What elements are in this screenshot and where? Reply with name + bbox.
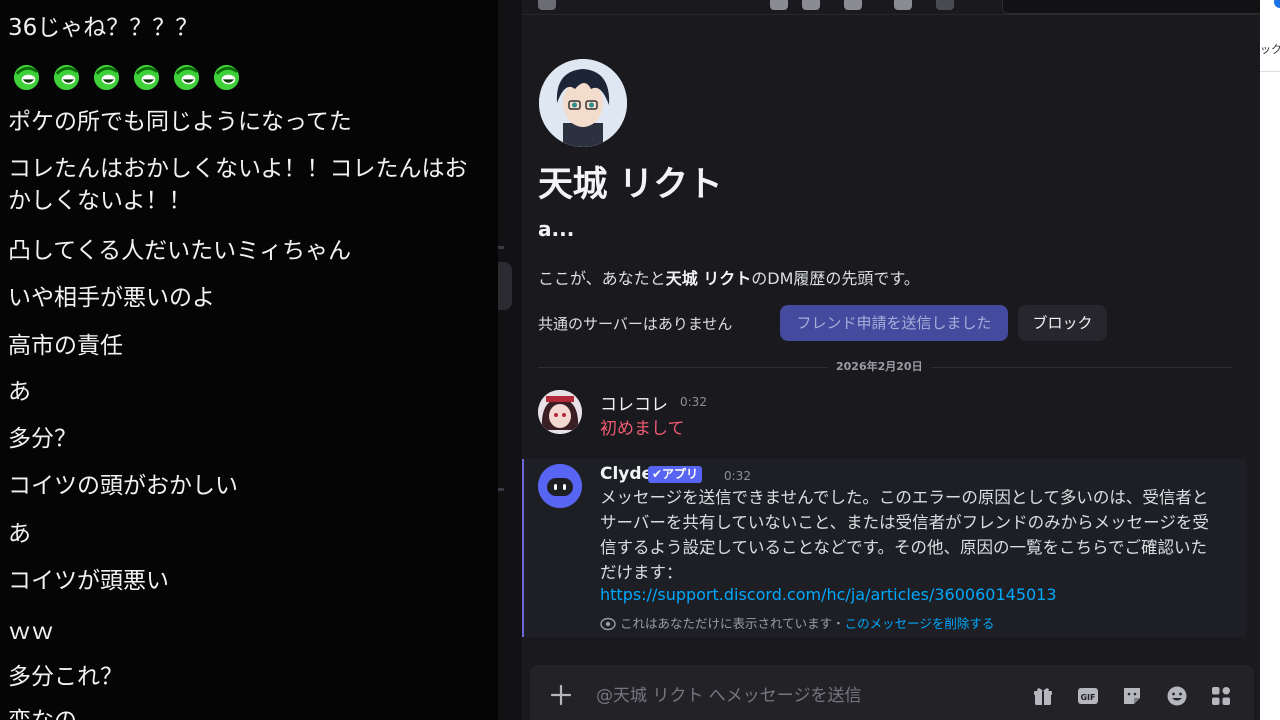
chat-message: いや相手が悪いのよ	[8, 285, 215, 311]
chat-message: ポケの所でも同じようになってた	[8, 109, 352, 135]
svg-text:GIF: GIF	[1080, 693, 1095, 702]
scroll-marker	[498, 246, 504, 249]
clyde-avatar[interactable]	[538, 464, 582, 508]
discord-window: 天城 リクト a... ここが、あなたと天城 リクトのDM履歴の先頭です。 共通…	[498, 0, 1260, 720]
author-avatar[interactable]	[538, 390, 582, 434]
live-chat-overlay: 36じゃね？？？？ ポケの所でも同じようになってた コレたんはおかしくないよ！！…	[0, 0, 498, 720]
side-panel-text: ックマ	[1260, 43, 1280, 56]
message-composer: GIF	[530, 665, 1254, 720]
chat-message: あ	[8, 521, 31, 547]
add-friend-icon[interactable]	[894, 0, 912, 10]
dm-main: 天城 リクト a... ここが、あなたと天城 リクトのDM履歴の先頭です。 共通…	[522, 15, 1260, 720]
delete-message-link[interactable]: このメッセージを削除する	[845, 616, 995, 631]
green-laugh-emote-icon	[173, 64, 200, 91]
chat-message: コレたんはおかしくないよ！！コレたんはおかしくないよ！！	[8, 156, 468, 214]
profile-avatar[interactable]	[539, 59, 627, 147]
browser-side-panel: ックマ	[1260, 0, 1280, 720]
chat-message: ｗｗ	[8, 619, 54, 645]
emote-row	[12, 62, 241, 91]
support-link[interactable]: https://support.discord.com/hc/ja/articl…	[600, 585, 1057, 604]
chat-message: コイツの頭がおかしい	[8, 473, 238, 499]
date-divider-label: 2026年2月20日	[828, 359, 931, 375]
notification-dot	[1274, 0, 1280, 8]
green-laugh-emote-icon	[213, 64, 240, 91]
chat-message: 多分？	[8, 426, 77, 452]
chat-message: 高市の責任	[8, 333, 123, 359]
friend-request-sent-button[interactable]: フレンド申請を送信しました	[780, 305, 1008, 341]
chat-message: 変なの	[8, 705, 492, 720]
search-input[interactable]	[1002, 0, 1260, 14]
user-status-icon[interactable]	[538, 0, 556, 10]
divider	[1260, 71, 1280, 72]
green-laugh-emote-icon	[13, 64, 40, 91]
dm-list-edge	[498, 0, 522, 720]
chat-message: あ	[8, 379, 31, 405]
message-author[interactable]: Clyde	[600, 464, 653, 484]
chat-message: 多分これ？	[8, 664, 123, 690]
video-icon[interactable]	[802, 0, 820, 10]
emoji-icon[interactable]	[1166, 685, 1188, 707]
block-button[interactable]: ブロック	[1018, 305, 1107, 341]
dm-intro-suffix: のDM履歴の先頭です。	[751, 269, 920, 288]
gif-icon[interactable]: GIF	[1077, 685, 1099, 707]
gift-icon[interactable]	[1032, 685, 1054, 707]
eye-icon	[600, 617, 616, 631]
call-icon[interactable]	[770, 0, 788, 10]
green-laugh-emote-icon	[93, 64, 120, 91]
message-timestamp: 0:32	[724, 469, 751, 483]
scroll-marker	[498, 488, 504, 491]
message-text: メッセージを送信できませんでした。このエラーの原因として多いのは、受信者とサーバ…	[600, 488, 1209, 582]
green-laugh-emote-icon	[53, 64, 80, 91]
profile-toggle-icon[interactable]	[936, 0, 954, 10]
message-input[interactable]	[594, 679, 998, 713]
korekore-avatar-icon	[538, 390, 582, 434]
anime-avatar-icon	[539, 59, 627, 147]
chat-message: コイツが頭悪い	[8, 568, 169, 594]
apps-icon[interactable]	[1210, 685, 1232, 707]
message-timestamp: 0:32	[680, 395, 707, 409]
dm-intro-text: ここが、あなたと天城 リクトのDM履歴の先頭です。	[538, 265, 920, 289]
dm-intro-name: 天城 リクト	[665, 269, 752, 288]
pinned-icon[interactable]	[844, 0, 862, 10]
ephemeral-note: これはあなただけに表示されています・このメッセージを削除する	[600, 613, 994, 632]
chat-message: 36じゃね？？？？	[8, 15, 199, 41]
dm-intro-prefix: ここが、あなたと	[538, 269, 666, 288]
message-author[interactable]: コレコレ	[600, 390, 668, 415]
app-badge: ✔アプリ	[648, 466, 703, 483]
dm-list-item-edge[interactable]	[498, 262, 512, 310]
ephemeral-note-text: これはあなただけに表示されています・	[620, 616, 845, 631]
profile-display-name: 天城 リクト	[538, 165, 723, 205]
message-text: 初めまして	[600, 419, 685, 439]
sticker-icon[interactable]	[1121, 685, 1143, 707]
channel-header	[522, 0, 1260, 15]
profile-username: a...	[538, 217, 575, 241]
mutual-servers-text: 共通のサーバーはありません	[538, 315, 733, 333]
chat-message: 凸してくる人だいたいミィちゃん	[8, 238, 352, 264]
attach-plus-icon[interactable]	[548, 682, 574, 708]
green-laugh-emote-icon	[133, 64, 160, 91]
clyde-robot-icon	[538, 464, 582, 508]
